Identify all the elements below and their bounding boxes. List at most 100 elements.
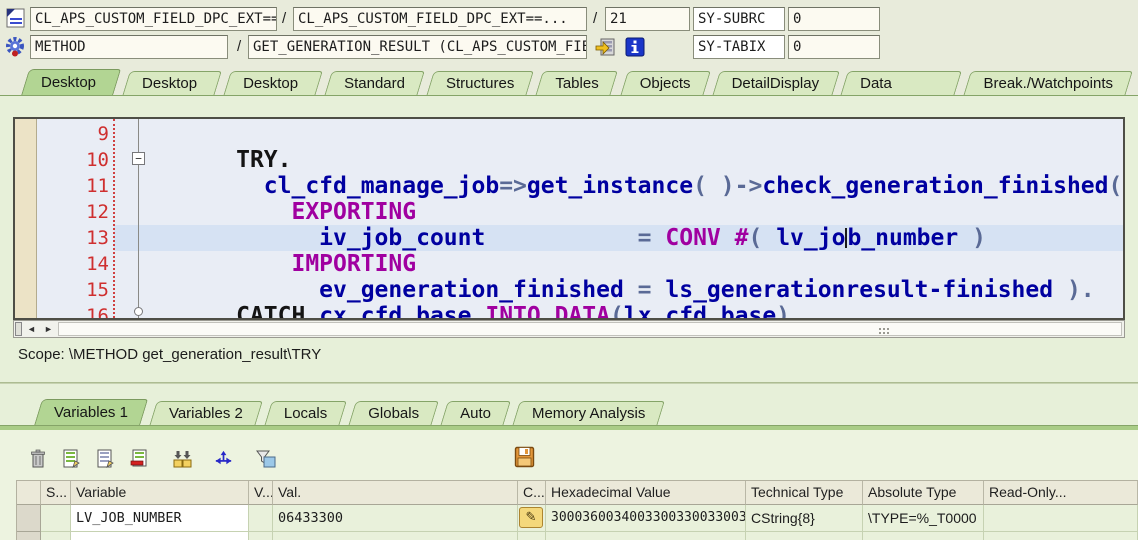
tab-desktop-2[interactable]: Desktop 2	[126, 71, 218, 117]
tab-tables[interactable]: Tables	[539, 71, 614, 96]
col-header-read-only: Read-Only...	[984, 481, 1138, 505]
tab-standard[interactable]: Standard	[328, 71, 421, 96]
field-separator: /	[593, 10, 598, 27]
cell-v	[249, 532, 273, 540]
scrollbar-splitter[interactable]	[15, 322, 22, 336]
code-line-11: 11 cl_cfd_manage_job=>get_instance( )->c…	[15, 173, 1123, 199]
line-number: 14	[86, 253, 109, 275]
sy-tabix-value-field[interactable]: 0	[788, 35, 880, 59]
tab-desktop-1[interactable]: Desktop 1	[25, 69, 117, 118]
tab-objects[interactable]: Objects	[624, 71, 707, 96]
info-icon[interactable]	[625, 37, 645, 57]
code-text: EXPORTING	[291, 199, 417, 225]
cell-hexadecimal-value[interactable]	[546, 532, 746, 540]
col-header-technical-type: Technical Type	[746, 481, 863, 505]
tab-desktop-3[interactable]: Desktop 3	[227, 71, 319, 117]
tab-detaildisplay[interactable]: DetailDisplay	[716, 71, 836, 96]
delete-icon[interactable]	[26, 448, 49, 470]
tab-label: Break./Watchpoints	[983, 75, 1113, 92]
col-header-val: Val.	[273, 481, 518, 505]
cell-change	[518, 532, 546, 540]
col-header-hexadecimal-value: Hexadecimal Value	[546, 481, 746, 505]
tab-break-watchpoints[interactable]: Break./Watchpoints	[967, 71, 1129, 96]
cell-hexadecimal-value[interactable]: 3000360034003300330033003300...	[546, 505, 746, 532]
tab-label: DetailDisplay	[731, 75, 820, 92]
row-selector[interactable]	[17, 532, 41, 540]
variables-table: S... Variable V... Val. C... Hexadecimal Valu…	[16, 480, 1138, 540]
tab-globals[interactable]: Globals	[352, 401, 435, 426]
code-text: cl_cfd_manage_job=>get_instance( )->chec…	[263, 173, 1123, 199]
cell-absolute-type: \TYPE=%_T0000	[863, 505, 984, 532]
scroll-left-icon[interactable]: ◄	[24, 323, 39, 335]
code-line-9: 9	[15, 121, 1123, 147]
code-line-10: 10 TRY.	[15, 147, 1123, 173]
code-editor[interactable]: 9 10 TRY. 11 cl_cfd_manage_job=>get_instan…	[13, 117, 1125, 320]
line-number: 11	[86, 175, 109, 197]
gear-icon	[4, 36, 26, 58]
scope-kind-field[interactable]: METHOD	[30, 35, 228, 59]
tab-auto[interactable]: Auto	[444, 401, 507, 426]
code-text: CATCH cx_cfd_base INTO DATA(lx_cfd_base)	[236, 303, 791, 320]
tab-label: Objects	[639, 75, 691, 92]
fold-end-marker	[134, 307, 143, 316]
change-list-icon[interactable]	[60, 448, 83, 470]
code-text: IMPORTING	[291, 251, 417, 277]
sap-debugger-window: CL_APS_CUSTOM_FIELD_DPC_EXT==... / CL_AP…	[0, 0, 1138, 540]
line-number: 10	[86, 149, 109, 171]
cell-val[interactable]: 06433300	[273, 505, 518, 532]
insert-columns-icon[interactable]	[170, 448, 193, 470]
filter-icon[interactable]	[254, 448, 277, 470]
sy-subrc-value-field[interactable]: 0	[788, 7, 880, 31]
tab-label: Locals	[283, 405, 328, 422]
col-header-variable: Variable	[71, 481, 249, 505]
linenumber-divider	[113, 119, 115, 318]
code-text: iv_job_count = CONV #( lv_job_number )	[319, 225, 986, 251]
col-header-c: C...	[518, 481, 546, 505]
scope-text: Scope: \METHOD get_generation_result\TRY	[18, 346, 322, 363]
line-number: 13	[86, 227, 109, 249]
swap-icon[interactable]	[212, 448, 235, 470]
save-icon[interactable]	[513, 446, 536, 468]
col-header-selector	[17, 481, 41, 505]
code-line-16: 16 CATCH cx_cfd_base INTO DATA(lx_cfd_ba…	[15, 303, 1123, 320]
tab-label: Variables 1	[54, 404, 128, 421]
line-number-field[interactable]: 21	[605, 7, 690, 31]
tab-locals[interactable]: Locals	[268, 401, 343, 426]
line-number: 15	[86, 279, 109, 301]
tab-memory-analysis[interactable]: Memory Analysis	[516, 401, 661, 426]
sy-subrc-label-field[interactable]: SY-SUBRC	[693, 7, 785, 31]
tab-label: Tables	[555, 75, 599, 92]
horizontal-scrollbar[interactable]: ◄ ►	[13, 320, 1125, 338]
tab-label: Memory Analysis	[531, 405, 646, 422]
pencil-icon[interactable]: ✎	[519, 507, 543, 528]
scroll-right-icon[interactable]: ►	[41, 323, 56, 335]
goto-statement-icon[interactable]	[595, 37, 617, 57]
fold-collapse-icon[interactable]: −	[132, 152, 145, 165]
cell-absolute-type	[863, 532, 984, 540]
cell-variable[interactable]: LV_JOB_NUMBER	[71, 505, 249, 532]
scrollbar-track[interactable]	[58, 322, 1122, 336]
scrollbar-grip[interactable]	[879, 328, 881, 330]
code-text: TRY.	[236, 147, 292, 173]
cell-variable[interactable]	[71, 532, 249, 540]
tab-label: Auto	[460, 405, 491, 422]
event-field[interactable]: GET_GENERATION_RESULT (CL_APS_CUSTOM_FIE…	[248, 35, 587, 59]
main-program-field[interactable]: CL_APS_CUSTOM_FIELD_DPC_EXT==...	[30, 7, 277, 31]
row-selector[interactable]	[17, 505, 41, 532]
tab-variables-2[interactable]: Variables 2	[153, 401, 259, 426]
line-number: 16	[86, 305, 109, 320]
display-list-icon[interactable]	[94, 448, 117, 470]
cell-technical-type	[746, 532, 863, 540]
remove-row-icon[interactable]	[128, 448, 151, 470]
variables-toolbar	[26, 448, 277, 472]
cell-technical-type: CString{8}	[746, 505, 863, 532]
tab-structures[interactable]: Structures	[430, 71, 530, 96]
sy-tabix-label-field[interactable]: SY-TABIX	[693, 35, 785, 59]
code-text: ev_generation_finished = ls_generationre…	[319, 277, 1095, 303]
tab-variables-1[interactable]: Variables 1	[38, 399, 144, 426]
tab-data-explorer[interactable]: Data Explorer	[844, 71, 958, 117]
include-field[interactable]: CL_APS_CUSTOM_FIELD_DPC_EXT==...	[293, 7, 587, 31]
cell-val[interactable]	[273, 532, 518, 540]
col-header-v: V...	[249, 481, 273, 505]
col-header-absolute-type: Absolute Type	[863, 481, 984, 505]
